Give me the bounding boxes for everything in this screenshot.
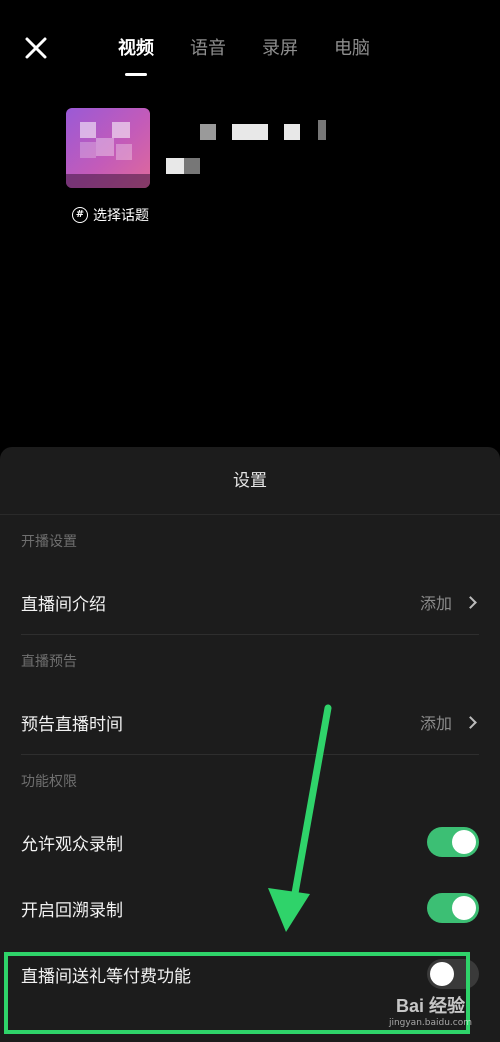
row-label: 允许观众录制	[21, 834, 123, 855]
tab-video[interactable]: 视频	[118, 36, 154, 76]
row-label: 直播间介绍	[21, 594, 106, 615]
tab-screen-record[interactable]: 录屏	[262, 36, 298, 62]
replay-recording-toggle[interactable]	[427, 893, 479, 923]
watermark: Bai 经验 jingyan.baidu.com	[389, 992, 472, 1028]
section-label-broadcast: 开播设置	[21, 534, 77, 550]
add-action-label: 添加	[419, 714, 452, 733]
source-tabs: 视频 语音 录屏 电脑	[118, 36, 406, 76]
row-label: 开启回溯录制	[21, 900, 123, 921]
add-action-label: 添加	[419, 594, 452, 613]
row-allow-viewer-recording: 允许观众录制	[0, 809, 500, 875]
settings-title: 设置	[0, 447, 500, 515]
tab-audio[interactable]: 语音	[190, 36, 226, 62]
close-button[interactable]	[22, 34, 50, 62]
select-topic-button[interactable]: # 选择话题	[72, 205, 149, 225]
hashtag-icon: #	[72, 207, 88, 223]
annotation-arrow	[268, 704, 332, 932]
row-replay-recording: 开启回溯录制	[0, 875, 500, 941]
cover-caption-strip	[66, 174, 150, 188]
tab-computer[interactable]: 电脑	[334, 36, 370, 62]
section-label-preview: 直播预告	[21, 654, 77, 670]
section-label-permissions: 功能权限	[21, 774, 77, 790]
live-cover-image[interactable]	[66, 108, 150, 188]
row-live-intro[interactable]: 直播间介绍 添加	[0, 569, 500, 635]
row-preview-time[interactable]: 预告直播时间 添加	[0, 689, 500, 755]
chevron-right-icon	[464, 595, 477, 609]
select-topic-label: 选择话题	[93, 208, 149, 224]
chevron-right-icon	[464, 715, 477, 729]
close-icon	[25, 37, 47, 59]
watermark-logo: Bai 经验	[395, 996, 465, 1016]
live-title-placeholder[interactable]	[166, 120, 336, 180]
row-label: 预告直播时间	[21, 714, 123, 735]
allow-recording-toggle[interactable]	[427, 827, 479, 857]
watermark-url: jingyan.baidu.com	[388, 1018, 472, 1028]
top-bar: 视频 语音 录屏 电脑	[0, 0, 500, 100]
